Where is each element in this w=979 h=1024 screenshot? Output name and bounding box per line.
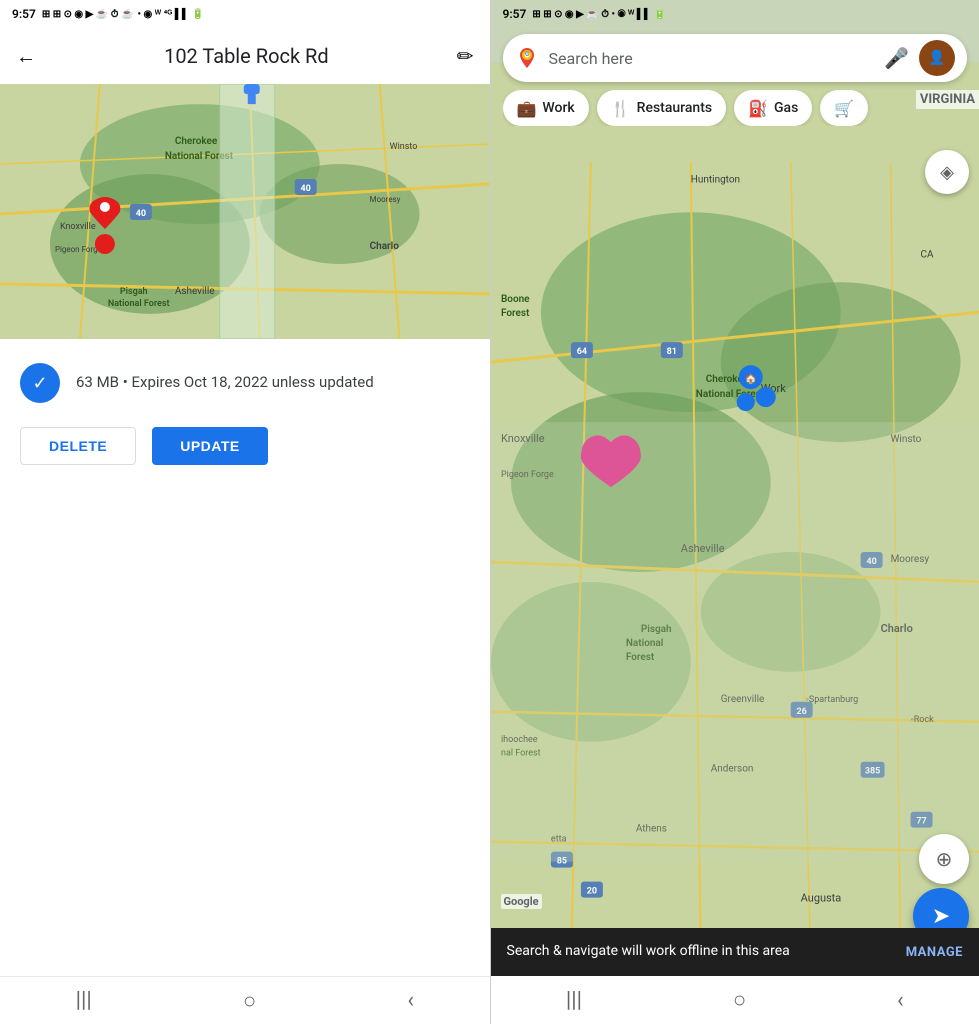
microphone-icon[interactable]: 🎤 [884, 46, 909, 70]
map-controls: ◈ [925, 150, 969, 194]
svg-text:Augusta: Augusta [800, 892, 841, 905]
signal-icon: ⊞ ⊞ ⊙ ◉ ▶ ☕ ⏱ ☕ [42, 9, 134, 20]
cart-icon: 🛒 [834, 99, 854, 118]
work-chip[interactable]: 💼 Work [503, 90, 589, 126]
right-nav-bar: ||| ○ ‹ [491, 976, 979, 1024]
work-chip-label: Work [542, 100, 574, 116]
svg-text:Forest: Forest [500, 308, 529, 319]
svg-text:Winsto: Winsto [390, 142, 418, 152]
info-section: ✓ 63 MB • Expires Oct 18, 2022 unless up… [0, 339, 490, 513]
right-home-icon[interactable]: ○ [733, 987, 746, 1013]
battery-icon: • ◉ ᵂ ⁴ᴳ ▌▌ 🔋 [138, 9, 204, 20]
right-time: 9:57 [503, 7, 527, 21]
download-icon: ✓ [20, 363, 60, 403]
svg-text:Boone: Boone [500, 294, 529, 305]
svg-text:40: 40 [136, 209, 146, 219]
left-status-icons: ⊞ ⊞ ⊙ ◉ ▶ ☕ ⏱ ☕ • ◉ ᵂ ⁴ᴳ ▌▌ 🔋 [36, 9, 204, 20]
svg-text:Knoxville: Knoxville [60, 222, 96, 232]
google-maps-logo: G [515, 46, 539, 70]
map-preview[interactable]: 40 40 Knoxville Pigeon Forge Asheville C… [0, 84, 490, 339]
svg-text:Pigeon Forge: Pigeon Forge [55, 245, 102, 254]
svg-text:CA: CA [920, 249, 933, 260]
svg-text:20: 20 [586, 887, 596, 897]
offline-banner-text: Search & navigate will work offline in t… [507, 942, 790, 962]
delete-button[interactable]: DELETE [20, 427, 136, 465]
home-icon[interactable]: ○ [243, 988, 256, 1014]
filter-chips: 💼 Work 🍴 Restaurants ⛽ Gas 🛒 [503, 90, 968, 126]
info-row: ✓ 63 MB • Expires Oct 18, 2022 unless up… [20, 363, 470, 403]
page-title: 102 Table Rock Rd [52, 44, 441, 68]
restaurants-chip[interactable]: 🍴 Restaurants [597, 90, 726, 126]
svg-text:Mooresy: Mooresy [370, 195, 401, 204]
info-text: 63 MB • Expires Oct 18, 2022 unless upda… [76, 363, 374, 394]
gas-chip[interactable]: ⛽ Gas [734, 90, 812, 126]
layers-button[interactable]: ◈ [925, 150, 969, 194]
svg-text:🏠: 🏠 [744, 373, 756, 385]
svg-text:National Forest: National Forest [108, 299, 170, 309]
svg-text:Huntington: Huntington [690, 174, 739, 185]
svg-text:Cherokee: Cherokee [175, 136, 218, 147]
work-icon: 💼 [517, 99, 537, 118]
back-nav-icon[interactable]: ‹ [407, 988, 414, 1013]
shopping-chip[interactable]: 🛒 [820, 90, 868, 126]
left-status-bar: 9:57 ⊞ ⊞ ⊙ ◉ ▶ ☕ ⏱ ☕ • ◉ ᵂ ⁴ᴳ ▌▌ 🔋 [0, 0, 490, 28]
manage-button[interactable]: MANAGE [906, 945, 963, 960]
right-header: G Search here 🎤 👤 💼 Work 🍴 Restaurants ⛽… [491, 28, 979, 134]
gas-chip-label: Gas [774, 100, 798, 116]
right-back-nav-icon[interactable]: ‹ [897, 988, 904, 1013]
back-button[interactable]: ← [16, 44, 36, 69]
right-status-icons: ⊞ ⊞ ⊙ ◉ ▶ ☕ ⏱ • ◉ ᵂ ▌▌ 🔋 [532, 9, 666, 20]
search-input[interactable]: Search here [549, 49, 875, 68]
svg-text:81: 81 [666, 347, 676, 357]
svg-text:Asheville: Asheville [175, 286, 215, 297]
user-avatar[interactable]: 👤 [919, 40, 955, 76]
left-nav-bar: ||| ○ ‹ [0, 976, 490, 1024]
offline-banner: Search & navigate will work offline in t… [491, 928, 979, 976]
right-panel: 64 81 40 40 26 385 77 85 20 Boone Forest… [491, 0, 979, 1024]
left-header: ← 102 Table Rock Rd ✏ [0, 28, 490, 84]
restaurants-icon: 🍴 [611, 99, 631, 118]
left-panel: 9:57 ⊞ ⊞ ⊙ ◉ ▶ ☕ ⏱ ☕ • ◉ ᵂ ⁴ᴳ ▌▌ 🔋 ← 102… [0, 0, 490, 1024]
right-status-bar: 9:57 ⊞ ⊞ ⊙ ◉ ▶ ☕ ⏱ • ◉ ᵂ ▌▌ 🔋 [491, 0, 979, 28]
svg-text:G: G [524, 51, 528, 58]
search-bar[interactable]: G Search here 🎤 👤 [503, 34, 968, 82]
my-location-button[interactable]: ⊕ [919, 834, 969, 884]
svg-text:64: 64 [576, 347, 586, 357]
recent-apps-icon[interactable]: ||| [76, 988, 92, 1013]
left-time: 9:57 [12, 7, 36, 21]
svg-text:Charlo: Charlo [370, 241, 400, 252]
svg-text:40: 40 [301, 184, 311, 194]
gas-icon: ⛽ [748, 99, 768, 118]
svg-text:Pisgah: Pisgah [120, 287, 148, 297]
update-button[interactable]: UPDATE [152, 427, 268, 465]
google-watermark: Google [501, 894, 542, 909]
button-row: DELETE UPDATE [20, 427, 470, 489]
restaurants-chip-label: Restaurants [637, 100, 712, 116]
svg-text:National Forest: National Forest [695, 389, 764, 400]
right-recent-apps-icon[interactable]: ||| [566, 988, 582, 1013]
edit-button[interactable]: ✏ [457, 44, 474, 68]
